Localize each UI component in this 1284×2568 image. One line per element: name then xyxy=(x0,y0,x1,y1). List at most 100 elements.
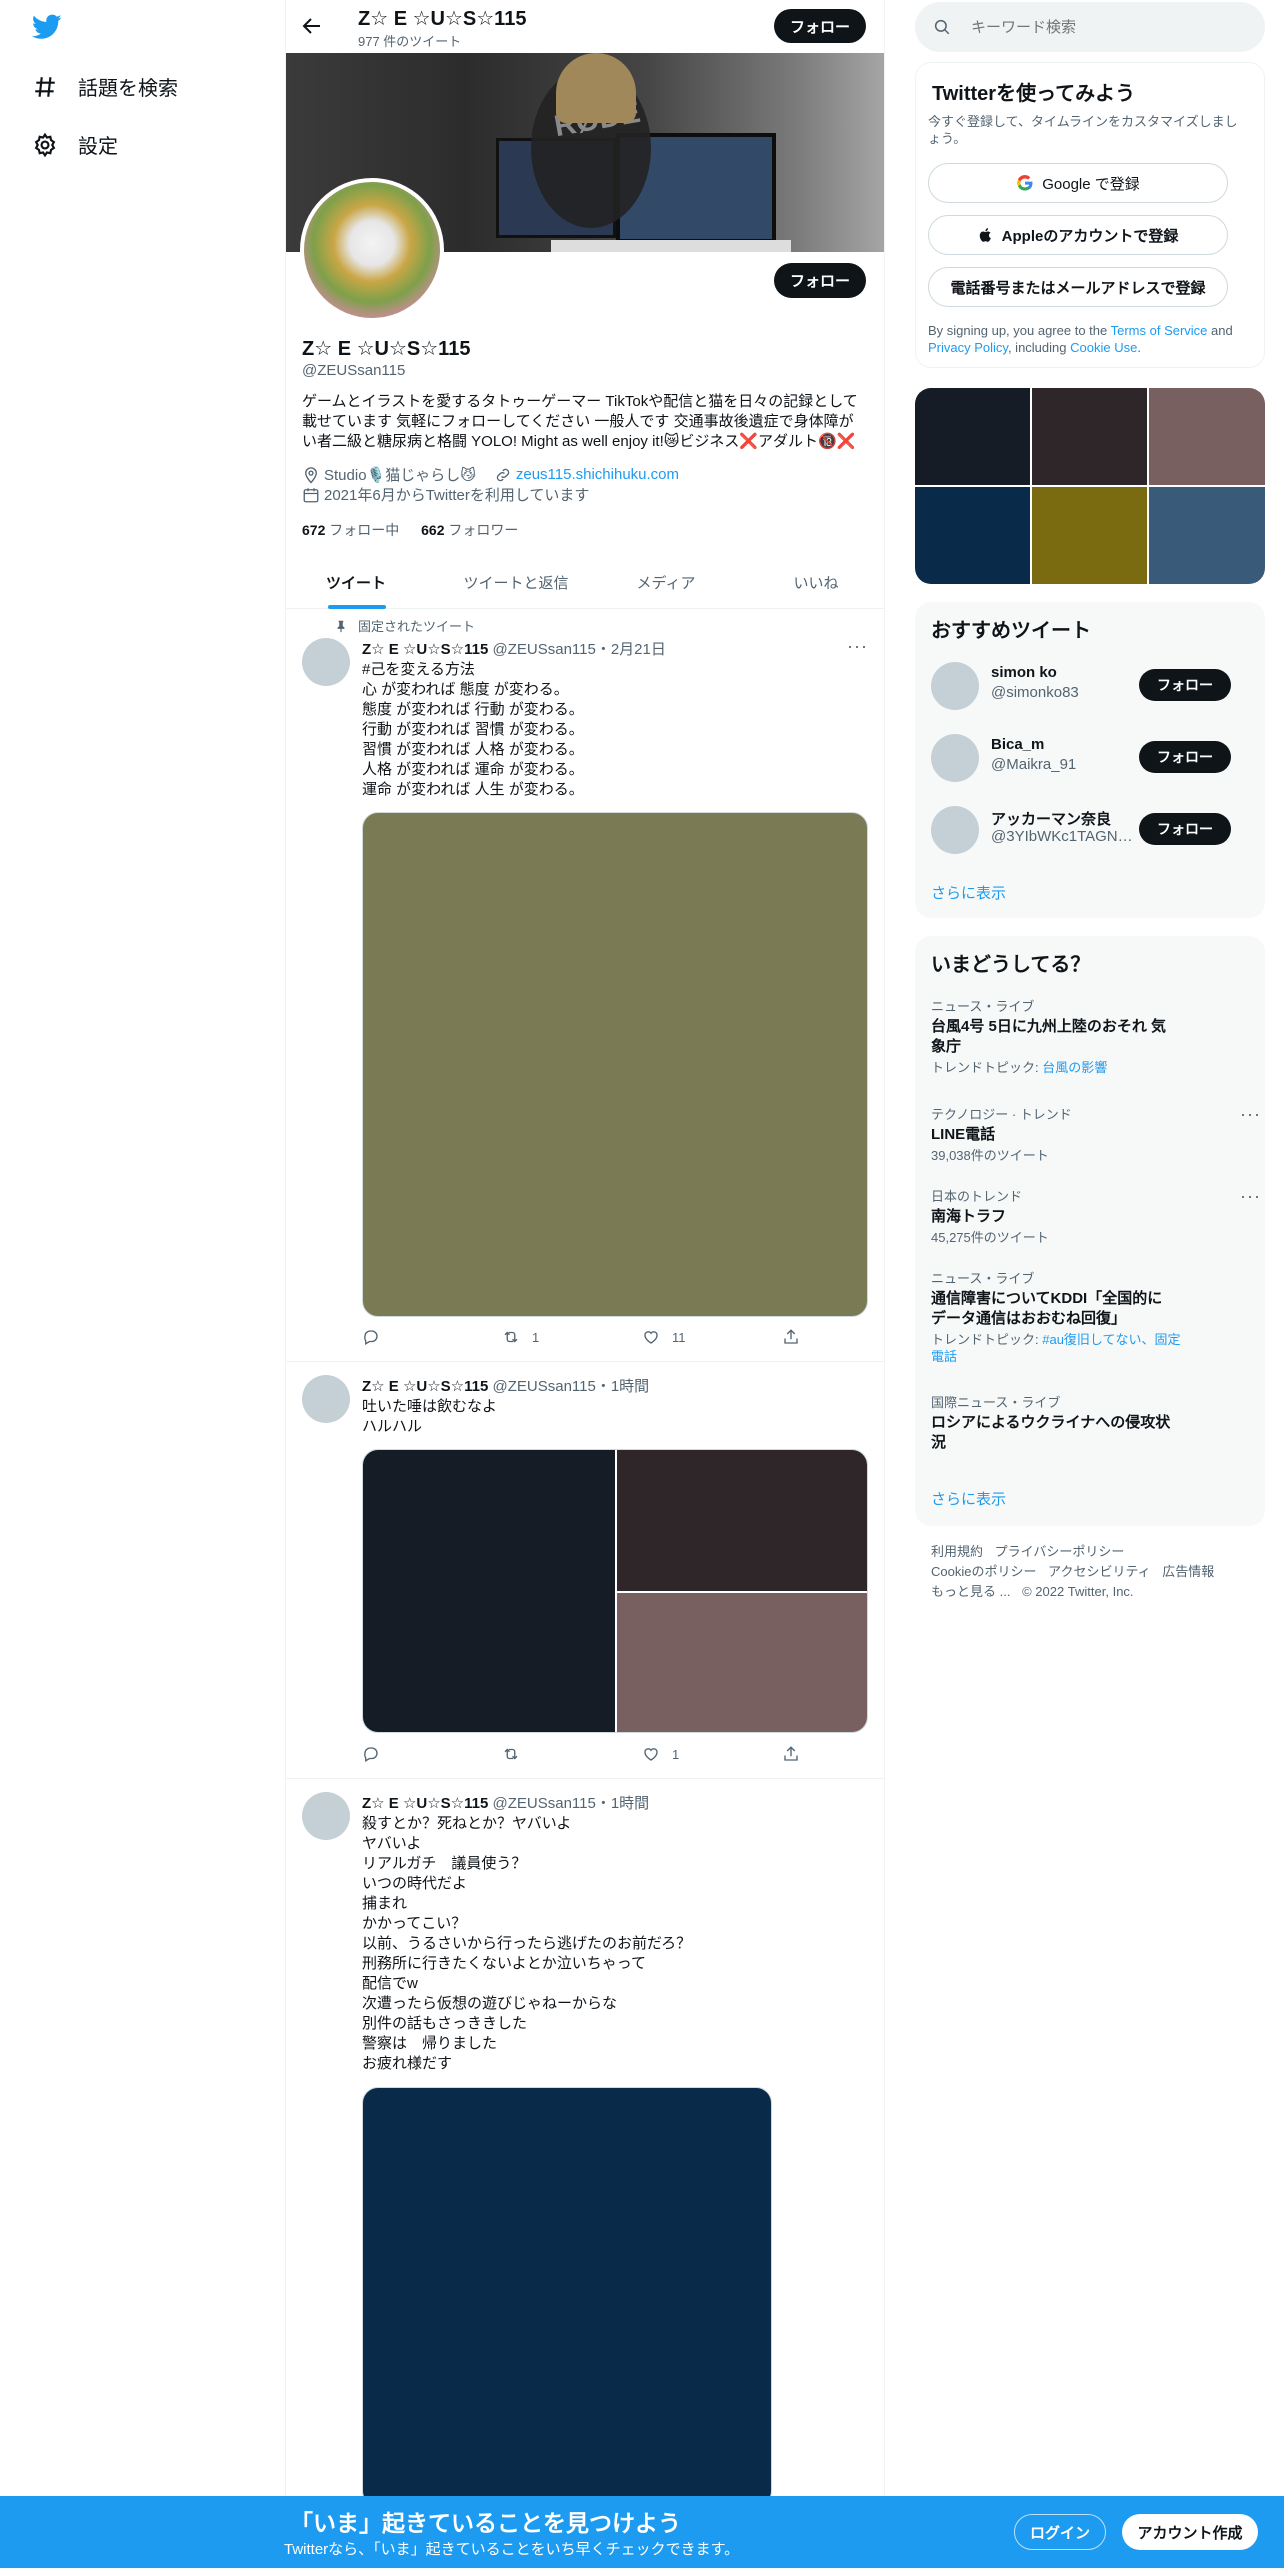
profile-handle: @ZEUSsan115 xyxy=(302,362,406,379)
profile-joined-row: 2021年6月からTwitterを利用しています xyxy=(302,484,589,505)
trend-topic-link[interactable]: 台風の影響 xyxy=(1042,1060,1107,1075)
tweet-actions: 1 11 xyxy=(362,1328,802,1346)
tweet-media-image[interactable] xyxy=(617,1593,867,1732)
trend-item[interactable]: ニュース・ライブ 台風4号 5日に九州上陸のおそれ 気象庁 トレンドトピック: … xyxy=(931,996,1251,1076)
tweet-time[interactable]: ・2月21日 xyxy=(596,641,666,658)
trends-title: いまどうしてる？ xyxy=(931,954,1091,976)
tweet-author-name[interactable]: Z☆ E ☆U☆S☆115 xyxy=(362,1795,488,1812)
followers-stat[interactable]: 662 フォロワー xyxy=(421,522,518,538)
avatar[interactable] xyxy=(931,806,979,854)
trend-item[interactable]: 日本のトレンド 南海トラフ 45,275件のツイート ··· xyxy=(931,1186,1260,1246)
recommended-title: おすすめツイート xyxy=(931,620,1091,642)
search-box[interactable] xyxy=(915,2,1265,52)
media-thumbnail[interactable] xyxy=(1149,388,1265,485)
tweet-time[interactable]: ・1時間 xyxy=(596,1378,649,1395)
tab-media[interactable]: メディア xyxy=(616,556,716,609)
recommended-panel: おすすめツイート simon ko @simonko83 フォロー Bica_m… xyxy=(915,602,1265,918)
footer-terms-link[interactable]: 利用規約 xyxy=(931,1544,983,1559)
terms-link[interactable]: Terms of Service xyxy=(1111,323,1208,338)
recommended-show-more-link[interactable]: さらに表示 xyxy=(931,882,1006,903)
media-thumbnail[interactable] xyxy=(1032,487,1147,584)
media-thumbnail[interactable] xyxy=(915,487,1030,584)
media-thumbnail[interactable] xyxy=(1032,388,1147,485)
header-follow-button[interactable]: フォロー xyxy=(774,9,866,43)
tab-tweets-and-replies[interactable]: ツイートと返信 xyxy=(446,556,586,609)
tweet-media-image[interactable] xyxy=(617,1450,867,1591)
tab-tweets[interactable]: ツイート xyxy=(286,556,426,609)
nav-explore[interactable]: 話題を検索 xyxy=(32,72,178,101)
tweet-avatar[interactable] xyxy=(302,638,350,686)
reply-button[interactable] xyxy=(362,1328,462,1346)
avatar[interactable] xyxy=(931,734,979,782)
tweet-time[interactable]: ・1時間 xyxy=(596,1795,649,1812)
banner-subtitle: Twitterなら、「いま」起きていることをいち早くチェックできます。 xyxy=(284,2541,740,2558)
phone-email-signup-button[interactable]: 電話番号またはメールアドレスで登録 xyxy=(928,267,1228,307)
tweet-hashtag[interactable]: #己を変える方法 xyxy=(362,660,475,680)
profile-follow-button[interactable]: フォロー xyxy=(774,263,866,298)
recommended-user[interactable]: simon ko @simonko83 フォロー xyxy=(931,660,1261,712)
trend-item[interactable]: テクノロジー · トレンド LINE電話 39,038件のツイート ··· xyxy=(931,1104,1260,1164)
nav-explore-label: 話題を検索 xyxy=(78,78,178,100)
footer-ads-link[interactable]: 広告情報 xyxy=(1162,1564,1214,1579)
apple-signup-button[interactable]: Appleのアカウントで登録 xyxy=(928,215,1228,255)
profile-website-link[interactable]: zeus115.shichihuku.com xyxy=(516,466,679,483)
avatar[interactable] xyxy=(931,662,979,710)
share-button[interactable] xyxy=(782,1328,802,1346)
more-options-icon[interactable]: ··· xyxy=(1240,1104,1261,1125)
tweet-author-name[interactable]: Z☆ E ☆U☆S☆115 xyxy=(362,1378,488,1395)
profile-follow-stats: 672 フォロー中 662 フォロワー xyxy=(302,520,518,540)
footer-accessibility-link[interactable]: アクセシビリティ xyxy=(1048,1564,1151,1579)
tweet[interactable]: Z☆ E ☆U☆S☆115 @ZEUSsan115・1時間 殺すとか？死ねとか？… xyxy=(286,1780,884,2568)
twitter-logo-icon[interactable] xyxy=(32,14,62,40)
retweet-button[interactable]: 1 xyxy=(502,1328,602,1346)
more-options-icon[interactable]: ··· xyxy=(1240,1186,1261,1207)
trend-category: 日本のトレンド xyxy=(931,1189,1023,1204)
retweet-button[interactable] xyxy=(502,1745,602,1763)
google-icon xyxy=(1017,175,1033,191)
footer-cookie-link[interactable]: Cookieのポリシー xyxy=(931,1564,1036,1579)
profile-location: Studio🎙️猫じゃらし😼 xyxy=(324,467,476,484)
tweet-avatar[interactable] xyxy=(302,1792,350,1840)
tweet[interactable]: Z☆ E ☆U☆S☆115 @ZEUSsan115・1時間 吐いた唾は飲むなよ … xyxy=(286,1363,884,1779)
back-arrow-icon[interactable] xyxy=(300,14,324,38)
cookie-link[interactable]: Cookie Use xyxy=(1070,340,1137,355)
recommended-user-name: Bica_m xyxy=(991,736,1045,753)
share-button[interactable] xyxy=(782,1745,802,1763)
trend-item[interactable]: 国際ニュース・ライブ ロシアによるウクライナへの侵攻状況 xyxy=(931,1392,1251,1453)
trends-show-more-link[interactable]: さらに表示 xyxy=(931,1488,1006,1509)
recommended-user[interactable]: アッカーマン奈良 @3YIbWKc1TAGNQ... フォロー xyxy=(931,804,1261,856)
header-name: Z☆ E ☆U☆S☆115 xyxy=(358,8,527,30)
profile-bio: ゲームとイラストを愛するタトゥーゲーマー TikTokや配信と猫を日々の記録とし… xyxy=(302,392,858,452)
search-input[interactable] xyxy=(971,14,1251,40)
tweet-media-image[interactable] xyxy=(362,812,868,1317)
profile-avatar[interactable] xyxy=(300,178,444,322)
tweet-media-image[interactable] xyxy=(362,2087,772,2507)
profile-meta-row: Studio🎙️猫じゃらし😼 zeus115.shichihuku.com xyxy=(302,464,679,485)
google-signup-button[interactable]: Google で登録 xyxy=(928,163,1228,203)
follow-button[interactable]: フォロー xyxy=(1139,669,1231,701)
privacy-link[interactable]: Privacy Policy xyxy=(928,340,1008,355)
footer-more-link[interactable]: もっと見る ... xyxy=(931,1584,1010,1599)
reply-button[interactable] xyxy=(362,1745,462,1763)
follow-button[interactable]: フォロー xyxy=(1139,813,1231,845)
media-thumbnail[interactable] xyxy=(915,388,1030,485)
footer-privacy-link[interactable]: プライバシーポリシー xyxy=(995,1544,1125,1559)
following-stat[interactable]: 672 フォロー中 xyxy=(302,522,399,538)
tweet-pinned[interactable]: 固定されたツイート Z☆ E ☆U☆S☆115 @ZEUSsan115・2月21… xyxy=(286,610,884,1362)
trend-item[interactable]: ニュース・ライブ 通信障害についてKDDI「全国的にデータ通信はおおむね回復」 … xyxy=(931,1268,1251,1365)
nav-settings[interactable]: 設定 xyxy=(32,130,118,159)
left-navigation: 話題を検索 設定 xyxy=(0,0,285,2568)
login-button[interactable]: ログイン xyxy=(1014,2514,1106,2550)
tweet-avatar[interactable] xyxy=(302,1375,350,1423)
tweet-media-image[interactable] xyxy=(363,1450,615,1732)
like-button[interactable]: 1 xyxy=(642,1745,742,1763)
recommended-user[interactable]: Bica_m @Maikra_91 フォロー xyxy=(931,732,1261,784)
signup-legal-text: By signing up, you agree to the Terms of… xyxy=(928,322,1254,356)
like-button[interactable]: 11 xyxy=(642,1328,742,1346)
tweet-author-name[interactable]: Z☆ E ☆U☆S☆115 xyxy=(362,641,488,658)
more-options-icon[interactable]: ··· xyxy=(847,636,868,657)
follow-button[interactable]: フォロー xyxy=(1139,741,1231,773)
signup-button[interactable]: アカウント作成 xyxy=(1122,2514,1258,2550)
tab-likes[interactable]: いいね xyxy=(766,556,866,609)
media-thumbnail[interactable] xyxy=(1149,487,1265,584)
